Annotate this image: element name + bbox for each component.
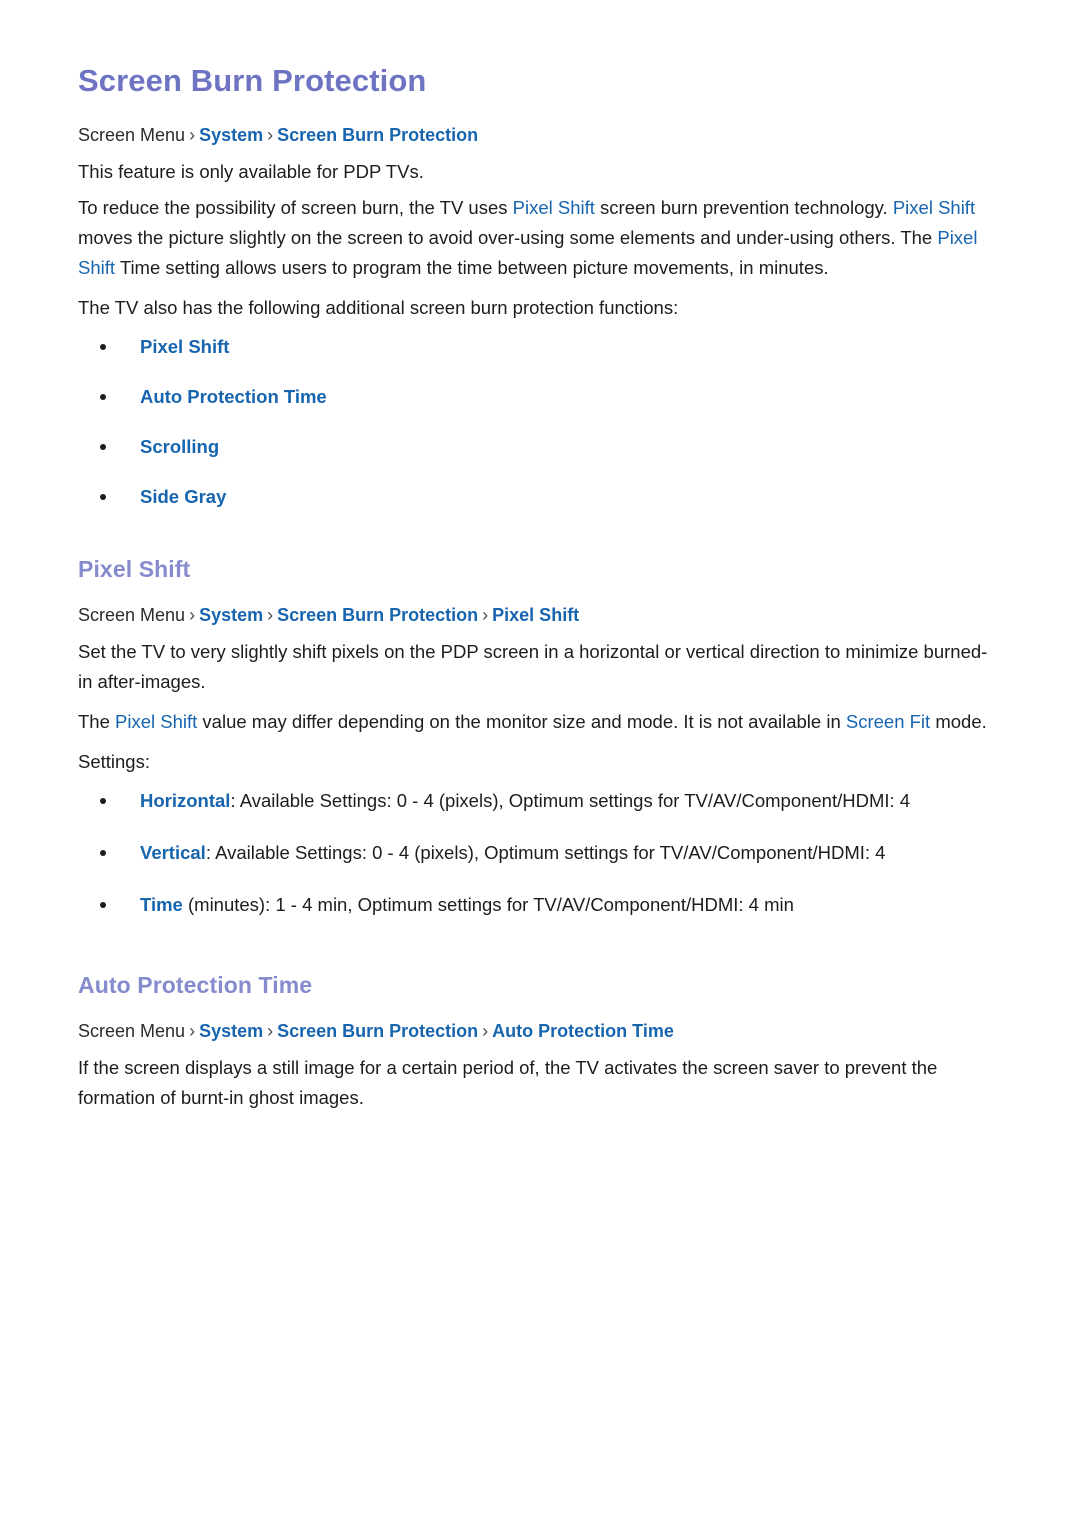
document-page: Screen Burn Protection Screen Menu › Syste… [0, 0, 1080, 1527]
breadcrumb-root: Screen Menu [78, 125, 186, 145]
breadcrumb-link-screen-burn-protection[interactable]: Screen Burn Protection [277, 605, 478, 625]
section-auto-protection-time: Auto Protection Time Screen Menu › System ›… [78, 971, 1000, 1113]
table-row: Horizontal: Available Settings: 0 - 4 (p… [78, 787, 1000, 815]
setting-name-time[interactable]: Time [140, 894, 183, 915]
list-item: Pixel Shift [78, 333, 1000, 361]
section-heading-pixel-shift: Pixel Shift [78, 556, 191, 582]
breadcrumb-pixel-shift: Screen Menu › System › Screen Burn Protectio… [78, 602, 1000, 628]
setting-name-horizontal[interactable]: Horizontal [140, 790, 230, 811]
intro-seg-2: screen burn prevention technology. [594, 197, 893, 218]
setting-detail-horizontal: : Available Settings: 0 - 4 (pixels), Op… [230, 790, 911, 811]
breadcrumb-link-auto-protection-time[interactable]: Auto Protection Time [492, 1021, 674, 1041]
link-scrolling[interactable]: Scrolling [140, 436, 219, 457]
note-highlight-pixel-shift[interactable]: Pixel Shift [115, 711, 197, 732]
link-auto-protection-time[interactable]: Auto Protection Time [140, 386, 327, 407]
chevron-right-icon: › [189, 1021, 196, 1041]
breadcrumb-intro: Screen Menu › System › Screen Burn Protectio… [78, 122, 1000, 148]
link-side-gray[interactable]: Side Gray [140, 486, 226, 507]
section-pixel-shift: Pixel Shift Screen Menu › System › Screen Bu… [78, 555, 1000, 919]
note-seg-4: mode. [930, 711, 987, 732]
chevron-right-icon: › [189, 605, 196, 625]
intro-paragraph: To reduce the possibility of screen burn… [78, 193, 1000, 283]
list-item: Scrolling [78, 433, 1000, 461]
setting-detail-time: (minutes): 1 - 4 min, Optimum settings f… [182, 894, 794, 915]
section-screen-burn-protection: Screen Menu › System › Screen Burn Protectio… [78, 122, 1000, 511]
settings-label: Settings: [78, 751, 150, 772]
note-seg-0: The [78, 711, 116, 732]
chevron-right-icon: › [267, 605, 274, 625]
chevron-right-icon: › [189, 125, 196, 145]
intro-highlight-pixel-shift-1[interactable]: Pixel Shift [513, 197, 595, 218]
auto-protection-time-description: If the screen displays a still image for… [78, 1057, 938, 1108]
availability-note: This feature is only available for PDP T… [78, 161, 424, 182]
chevron-right-icon: › [482, 605, 489, 625]
pixel-shift-note: The Pixel Shift value may differ dependi… [78, 707, 1000, 737]
note-seg-2: value may differ depending on the monito… [197, 711, 846, 732]
setting-detail-vertical: : Available Settings: 0 - 4 (pixels), Op… [205, 842, 886, 863]
chevron-right-icon: › [482, 1021, 489, 1041]
pixel-shift-settings-list: Horizontal: Available Settings: 0 - 4 (p… [78, 787, 1000, 919]
intro-seg-4: moves the picture slightly on the screen… [78, 227, 938, 248]
breadcrumb-link-pixel-shift[interactable]: Pixel Shift [492, 605, 579, 625]
intro-seg-0: To reduce the possibility of screen burn… [78, 197, 513, 218]
breadcrumb-auto-protection-time: Screen Menu › System › Screen Burn Protectio… [78, 1018, 1000, 1044]
breadcrumb-link-system[interactable]: System [199, 1021, 263, 1041]
functions-list: Pixel Shift Auto Protection Time Scrolli… [78, 333, 1000, 511]
chevron-right-icon: › [267, 125, 274, 145]
breadcrumb-link-screen-burn-protection[interactable]: Screen Burn Protection [277, 125, 478, 145]
table-row: Vertical: Available Settings: 0 - 4 (pix… [78, 839, 1000, 867]
note-highlight-screen-fit[interactable]: Screen Fit [846, 711, 930, 732]
table-row: Time (minutes): 1 - 4 min, Optimum setti… [78, 891, 1000, 919]
breadcrumb-root: Screen Menu [78, 605, 186, 625]
page-title: Screen Burn Protection [78, 63, 427, 98]
breadcrumb-link-screen-burn-protection[interactable]: Screen Burn Protection [277, 1021, 478, 1041]
list-item: Auto Protection Time [78, 383, 1000, 411]
list-item: Side Gray [78, 483, 1000, 511]
intro-seg-6: Time setting allows users to program the… [115, 257, 829, 278]
breadcrumb-link-system[interactable]: System [199, 605, 263, 625]
breadcrumb-link-system[interactable]: System [199, 125, 263, 145]
functions-lead: The TV also has the following additional… [78, 297, 679, 318]
link-pixel-shift[interactable]: Pixel Shift [140, 336, 229, 357]
pixel-shift-description: Set the TV to very slightly shift pixels… [78, 641, 988, 692]
chevron-right-icon: › [267, 1021, 274, 1041]
breadcrumb-root: Screen Menu [78, 1021, 186, 1041]
section-heading-auto-protection-time: Auto Protection Time [78, 972, 313, 998]
intro-highlight-pixel-shift-2[interactable]: Pixel Shift [893, 197, 975, 218]
setting-name-vertical[interactable]: Vertical [140, 842, 206, 863]
